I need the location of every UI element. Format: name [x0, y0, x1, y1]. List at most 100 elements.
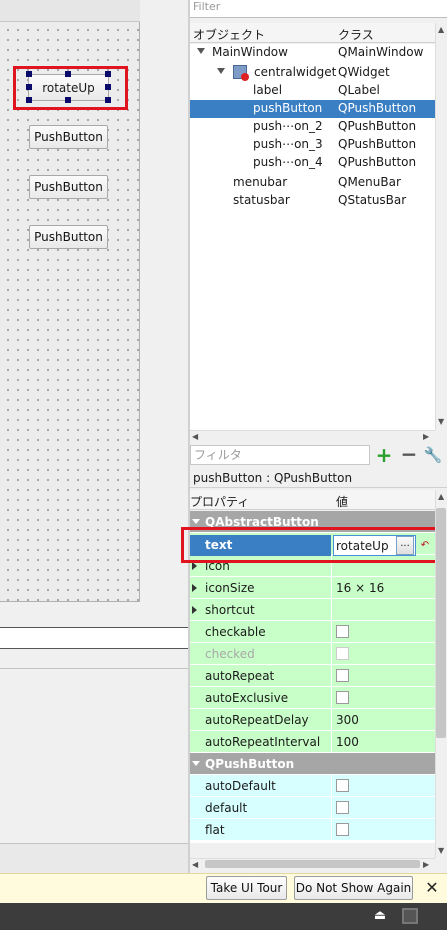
- canvas-title-strip: [0, 0, 140, 22]
- prop-value: 100: [336, 735, 359, 749]
- add-property-icon[interactable]: +: [375, 445, 393, 465]
- prop-name: autoExclusive: [205, 691, 289, 705]
- prop-name: iconSize: [205, 581, 255, 595]
- resize-handle-br[interactable]: [105, 97, 111, 103]
- prop-row-autorepeatinterval[interactable]: autoRepeatInterval 100: [190, 731, 435, 753]
- resize-handle-tr[interactable]: [105, 71, 111, 77]
- close-icon[interactable]: ✕: [423, 877, 441, 899]
- expand-arrow-icon[interactable]: [192, 606, 197, 614]
- pin-icon[interactable]: ⏏: [371, 908, 389, 924]
- wrench-icon[interactable]: 🔧: [423, 445, 443, 465]
- col-value[interactable]: 値: [336, 493, 348, 510]
- collapse-arrow-icon[interactable]: [192, 519, 200, 524]
- resize-handle-bl[interactable]: [26, 97, 32, 103]
- take-ui-tour-label: Take UI Tour: [210, 881, 283, 895]
- tree-row-class: QMainWindow: [338, 45, 424, 59]
- tree-row-statusbar[interactable]: statusbar QStatusBar: [190, 192, 435, 210]
- object-tree-vscrollbar[interactable]: ▲ ▼: [435, 23, 447, 430]
- scroll-right-icon[interactable]: ▶: [423, 432, 429, 441]
- property-filter-input[interactable]: フィルタ: [190, 445, 370, 465]
- expand-arrow-icon[interactable]: [197, 48, 205, 54]
- tree-row-name: statusbar: [233, 193, 290, 207]
- highlight-box-text-prop: [181, 527, 443, 563]
- resize-handle-tl[interactable]: [26, 71, 32, 77]
- remove-property-icon[interactable]: −: [400, 444, 418, 465]
- col-property[interactable]: プロパティ: [190, 493, 249, 510]
- do-not-show-again-button[interactable]: Do Not Show Again: [294, 876, 413, 900]
- default-checkbox[interactable]: [336, 801, 349, 814]
- close-glyph: ✕: [425, 878, 439, 897]
- prop-name: checked: [205, 647, 255, 661]
- scroll-left-icon[interactable]: ◀: [192, 860, 198, 869]
- prop-row-shortcut[interactable]: shortcut: [190, 599, 435, 621]
- autorepeat-checkbox[interactable]: [336, 669, 349, 682]
- prop-name: shortcut: [205, 603, 255, 617]
- tree-row-label[interactable]: label QLabel: [190, 82, 435, 100]
- tree-row-centralwidget[interactable]: centralwidget QWidget: [190, 64, 435, 82]
- property-hscroll-thumb[interactable]: [205, 860, 420, 868]
- scroll-up-icon[interactable]: ▲: [438, 25, 444, 34]
- tree-row-pushbutton-2[interactable]: push⋯on_2 QPushButton: [190, 118, 435, 136]
- tree-row-class: QPushButton: [338, 137, 417, 151]
- object-tree-header: オブジェクト クラス: [190, 23, 435, 43]
- scroll-up-icon[interactable]: ▲: [438, 492, 444, 501]
- prop-row-iconsize[interactable]: iconSize 16 × 16: [190, 577, 435, 599]
- tree-row-mainwindow[interactable]: MainWindow QMainWindow: [190, 44, 435, 62]
- autoexclusive-checkbox[interactable]: [336, 691, 349, 704]
- rotate-up-label: rotateUp: [42, 80, 95, 95]
- object-tree-hscrollbar[interactable]: ◀ ▶: [190, 430, 435, 442]
- object-tree: MainWindow QMainWindow centralwidget QWi…: [190, 44, 435, 430]
- tree-row-name: menubar: [233, 175, 288, 189]
- group-qpushbutton[interactable]: QPushButton: [190, 753, 435, 775]
- scroll-left-icon[interactable]: ◀: [192, 432, 198, 441]
- tree-row-pushbutton-4[interactable]: push⋯on_4 QPushButton: [190, 154, 435, 172]
- scroll-right-icon[interactable]: ▶: [423, 860, 429, 869]
- collapse-arrow-icon[interactable]: [192, 761, 200, 766]
- prop-row-autodefault[interactable]: autoDefault: [190, 775, 435, 797]
- push-button-4[interactable]: PushButton: [29, 225, 108, 249]
- tree-row-pushbutton[interactable]: pushButton QPushButton: [190, 100, 435, 118]
- checkable-checkbox[interactable]: [336, 625, 349, 638]
- prop-row-autorepeatdelay[interactable]: autoRepeatDelay 300: [190, 709, 435, 731]
- prop-row-default[interactable]: default: [190, 797, 435, 819]
- push-button-3-label: PushButton: [34, 180, 103, 194]
- scroll-down-icon[interactable]: ▼: [438, 846, 444, 855]
- do-not-show-again-label: Do Not Show Again: [295, 881, 412, 895]
- resize-handle-b[interactable]: [65, 97, 71, 103]
- property-table-header: プロパティ 値: [190, 490, 435, 510]
- broken-layout-icon: [241, 73, 249, 81]
- tree-row-name: centralwidget: [254, 65, 337, 79]
- col-class[interactable]: クラス: [338, 26, 374, 43]
- tree-row-pushbutton-3[interactable]: push⋯on_3 QPushButton: [190, 136, 435, 154]
- prop-row-checkable[interactable]: checkable: [190, 621, 435, 643]
- expand-arrow-icon[interactable]: [192, 562, 197, 570]
- widget-icon: [233, 65, 249, 81]
- push-button-2[interactable]: PushButton: [29, 125, 108, 149]
- expand-arrow-icon[interactable]: [217, 68, 225, 74]
- property-vscroll-thumb[interactable]: [436, 508, 446, 738]
- tree-row-menubar[interactable]: menubar QMenuBar: [190, 174, 435, 192]
- prop-name: autoRepeatDelay: [205, 713, 309, 727]
- autodefault-checkbox[interactable]: [336, 779, 349, 792]
- prop-name: default: [205, 801, 248, 815]
- object-filter-input[interactable]: Filter: [190, 0, 447, 18]
- prop-row-autorepeat[interactable]: autoRepeat: [190, 665, 435, 687]
- flat-checkbox[interactable]: [336, 823, 349, 836]
- resize-handle-t[interactable]: [65, 71, 71, 77]
- resize-handle-l[interactable]: [26, 84, 32, 90]
- prop-name: autoDefault: [205, 779, 276, 793]
- resize-handle-r[interactable]: [105, 84, 111, 90]
- checked-checkbox: [336, 647, 349, 660]
- left-divider: [0, 668, 190, 669]
- push-button-4-label: PushButton: [34, 230, 103, 244]
- object-filter-placeholder: Filter: [193, 0, 221, 13]
- left-panel-field[interactable]: [0, 627, 190, 649]
- scroll-down-icon[interactable]: ▼: [438, 417, 444, 426]
- col-object[interactable]: オブジェクト: [193, 26, 265, 43]
- expand-arrow-icon[interactable]: [192, 584, 197, 592]
- push-button-3[interactable]: PushButton: [29, 175, 108, 199]
- take-ui-tour-button[interactable]: Take UI Tour: [206, 876, 287, 900]
- prop-row-flat[interactable]: flat: [190, 819, 435, 841]
- prop-row-autoexclusive[interactable]: autoExclusive: [190, 687, 435, 709]
- panel-toggle-icon[interactable]: [402, 908, 418, 924]
